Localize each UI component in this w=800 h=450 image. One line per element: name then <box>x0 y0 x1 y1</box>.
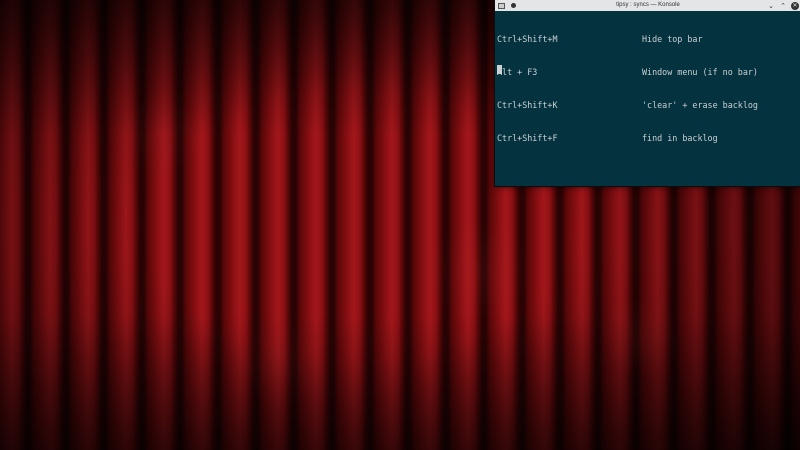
terminal-line: Ctrl+Shift+F find in backlog <box>497 133 800 144</box>
minimize-icon[interactable]: ⌄ <box>767 2 775 10</box>
shortcut-description: Window menu (if no bar) <box>642 67 758 77</box>
shortcut-description: Hide top bar <box>642 34 703 44</box>
shortcut-key: Ctrl+Shift+F <box>497 133 558 143</box>
window-title: tipsy : syncs — Konsole <box>616 2 680 8</box>
terminal-cursor <box>497 65 502 74</box>
shortcut-key: Ctrl+Shift+K <box>497 100 558 110</box>
window-titlebar[interactable]: tipsy : syncs — Konsole ⌄ ⌃ ✕ <box>495 0 800 11</box>
terminal-line: Alt + F3 Window menu (if no bar) <box>497 67 800 78</box>
shortcut-key: Ctrl+Shift+M <box>497 34 558 44</box>
maximize-icon[interactable]: ⌃ <box>779 2 787 10</box>
shortcut-description: 'clear' + erase backlog <box>642 100 758 110</box>
shortcut-key: Alt + F3 <box>497 67 538 77</box>
terminal-line: Ctrl+Shift+M Hide top bar <box>497 34 800 45</box>
konsole-window[interactable]: tipsy : syncs — Konsole ⌄ ⌃ ✕ Ctrl+Shift… <box>494 0 800 187</box>
shortcut-description: find in backlog <box>642 133 718 143</box>
terminal-output[interactable]: Ctrl+Shift+M Hide top bar Alt + F3 Windo… <box>497 12 800 166</box>
terminal-line: Ctrl+Shift+K 'clear' + erase backlog <box>497 100 800 111</box>
close-icon[interactable]: ✕ <box>791 1 799 10</box>
window-controls: ⌄ ⌃ ✕ <box>767 0 799 11</box>
